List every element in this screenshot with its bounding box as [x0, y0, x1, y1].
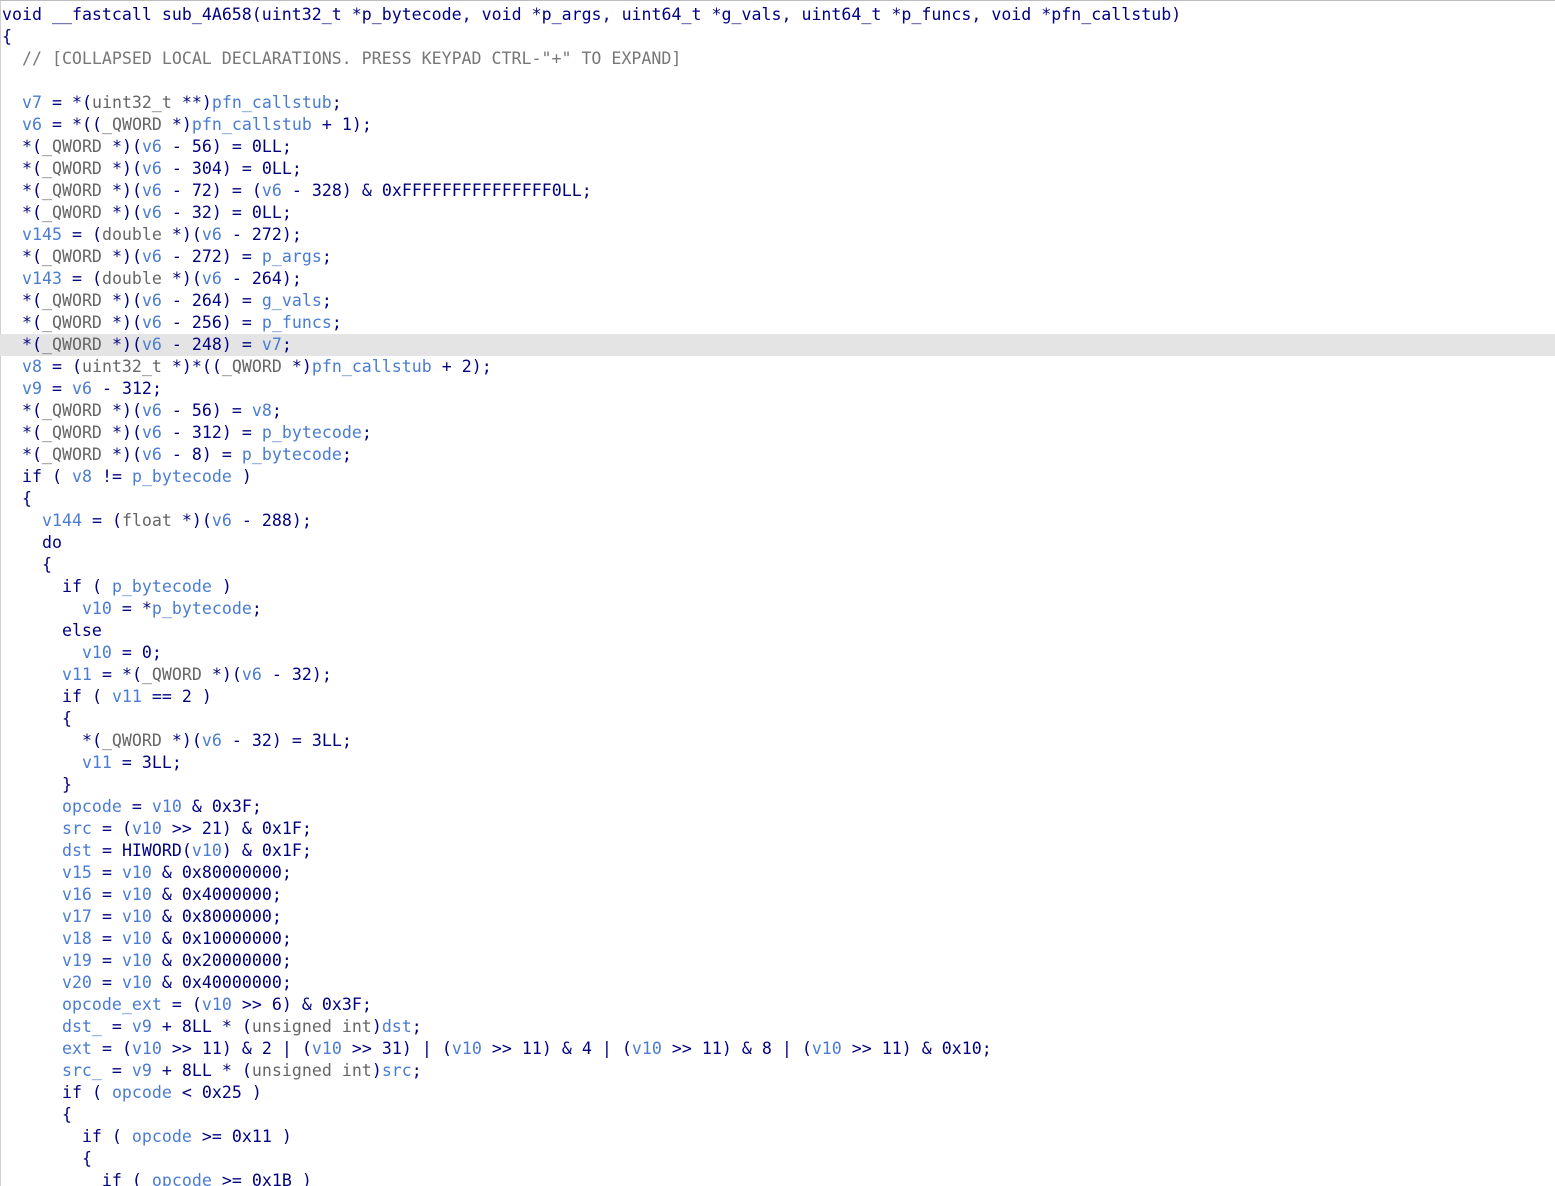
code-line[interactable]: if ( v11 == 2 )	[2, 686, 1555, 708]
code-line[interactable]: v144 = (float *)(v6 - 288);	[2, 510, 1555, 532]
code-line[interactable]: if ( opcode >= 0x11 )	[2, 1126, 1555, 1148]
view-left-border	[0, 1, 1, 1186]
code-line[interactable]: v10 = 0;	[2, 642, 1555, 664]
code-line[interactable]: if ( opcode < 0x25 )	[2, 1082, 1555, 1104]
code-line[interactable]: *(_QWORD *)(v6 - 56) = 0LL;	[2, 136, 1555, 158]
code-line[interactable]: *(_QWORD *)(v6 - 72) = (v6 - 328) & 0xFF…	[2, 180, 1555, 202]
code-line[interactable]: v11 = *(_QWORD *)(v6 - 32);	[2, 664, 1555, 686]
code-line[interactable]: if ( p_bytecode )	[2, 576, 1555, 598]
code-line[interactable]: v145 = (double *)(v6 - 272);	[2, 224, 1555, 246]
code-line[interactable]: v16 = v10 & 0x4000000;	[2, 884, 1555, 906]
code-line[interactable]: *(_QWORD *)(v6 - 248) = v7;	[0, 334, 1555, 356]
code-line[interactable]: {	[2, 1148, 1555, 1170]
code-line[interactable]: src = (v10 >> 21) & 0x1F;	[2, 818, 1555, 840]
code-line[interactable]: v9 = v6 - 312;	[2, 378, 1555, 400]
code-line[interactable]: dst_ = v9 + 8LL * (unsigned int)dst;	[2, 1016, 1555, 1038]
code-line[interactable]: *(_QWORD *)(v6 - 272) = p_args;	[2, 246, 1555, 268]
code-line[interactable]: *(_QWORD *)(v6 - 256) = p_funcs;	[2, 312, 1555, 334]
code-line[interactable]: // [COLLAPSED LOCAL DECLARATIONS. PRESS …	[2, 48, 1555, 70]
code-line[interactable]: if ( opcode >= 0x1B )	[2, 1170, 1555, 1186]
code-listing[interactable]: void __fastcall sub_4A658(uint32_t *p_by…	[0, 4, 1555, 1186]
pseudocode-view[interactable]: void __fastcall sub_4A658(uint32_t *p_by…	[0, 0, 1555, 1186]
code-line[interactable]: v7 = *(uint32_t **)pfn_callstub;	[2, 92, 1555, 114]
code-line[interactable]: {	[2, 26, 1555, 48]
code-line[interactable]: {	[2, 1104, 1555, 1126]
code-line[interactable]: *(_QWORD *)(v6 - 312) = p_bytecode;	[2, 422, 1555, 444]
code-line[interactable]: *(_QWORD *)(v6 - 264) = g_vals;	[2, 290, 1555, 312]
code-line[interactable]: *(_QWORD *)(v6 - 32) = 3LL;	[2, 730, 1555, 752]
code-line[interactable]: v19 = v10 & 0x20000000;	[2, 950, 1555, 972]
code-line[interactable]: *(_QWORD *)(v6 - 32) = 0LL;	[2, 202, 1555, 224]
code-line[interactable]: *(_QWORD *)(v6 - 304) = 0LL;	[2, 158, 1555, 180]
code-line[interactable]: v11 = 3LL;	[2, 752, 1555, 774]
code-line[interactable]: ext = (v10 >> 11) & 2 | (v10 >> 31) | (v…	[2, 1038, 1555, 1060]
code-line[interactable]: *(_QWORD *)(v6 - 56) = v8;	[2, 400, 1555, 422]
code-line[interactable]: *(_QWORD *)(v6 - 8) = p_bytecode;	[2, 444, 1555, 466]
code-line[interactable]: dst = HIWORD(v10) & 0x1F;	[2, 840, 1555, 862]
code-line[interactable]: v15 = v10 & 0x80000000;	[2, 862, 1555, 884]
code-line[interactable]: if ( v8 != p_bytecode )	[2, 466, 1555, 488]
code-line[interactable]: {	[2, 708, 1555, 730]
code-line[interactable]: v6 = *((_QWORD *)pfn_callstub + 1);	[2, 114, 1555, 136]
code-line[interactable]	[2, 70, 1555, 92]
code-line[interactable]: }	[2, 774, 1555, 796]
code-line[interactable]: {	[2, 554, 1555, 576]
code-line[interactable]: src_ = v9 + 8LL * (unsigned int)src;	[2, 1060, 1555, 1082]
code-line[interactable]: v143 = (double *)(v6 - 264);	[2, 268, 1555, 290]
code-line[interactable]: v20 = v10 & 0x40000000;	[2, 972, 1555, 994]
code-line[interactable]: v17 = v10 & 0x8000000;	[2, 906, 1555, 928]
code-line[interactable]: v10 = *p_bytecode;	[2, 598, 1555, 620]
code-line[interactable]: {	[2, 488, 1555, 510]
code-line[interactable]: v8 = (uint32_t *)*((_QWORD *)pfn_callstu…	[2, 356, 1555, 378]
code-line[interactable]: opcode = v10 & 0x3F;	[2, 796, 1555, 818]
code-line[interactable]: opcode_ext = (v10 >> 6) & 0x3F;	[2, 994, 1555, 1016]
code-line[interactable]: v18 = v10 & 0x10000000;	[2, 928, 1555, 950]
code-line[interactable]: else	[2, 620, 1555, 642]
code-line[interactable]: do	[2, 532, 1555, 554]
code-line[interactable]: void __fastcall sub_4A658(uint32_t *p_by…	[2, 4, 1555, 26]
